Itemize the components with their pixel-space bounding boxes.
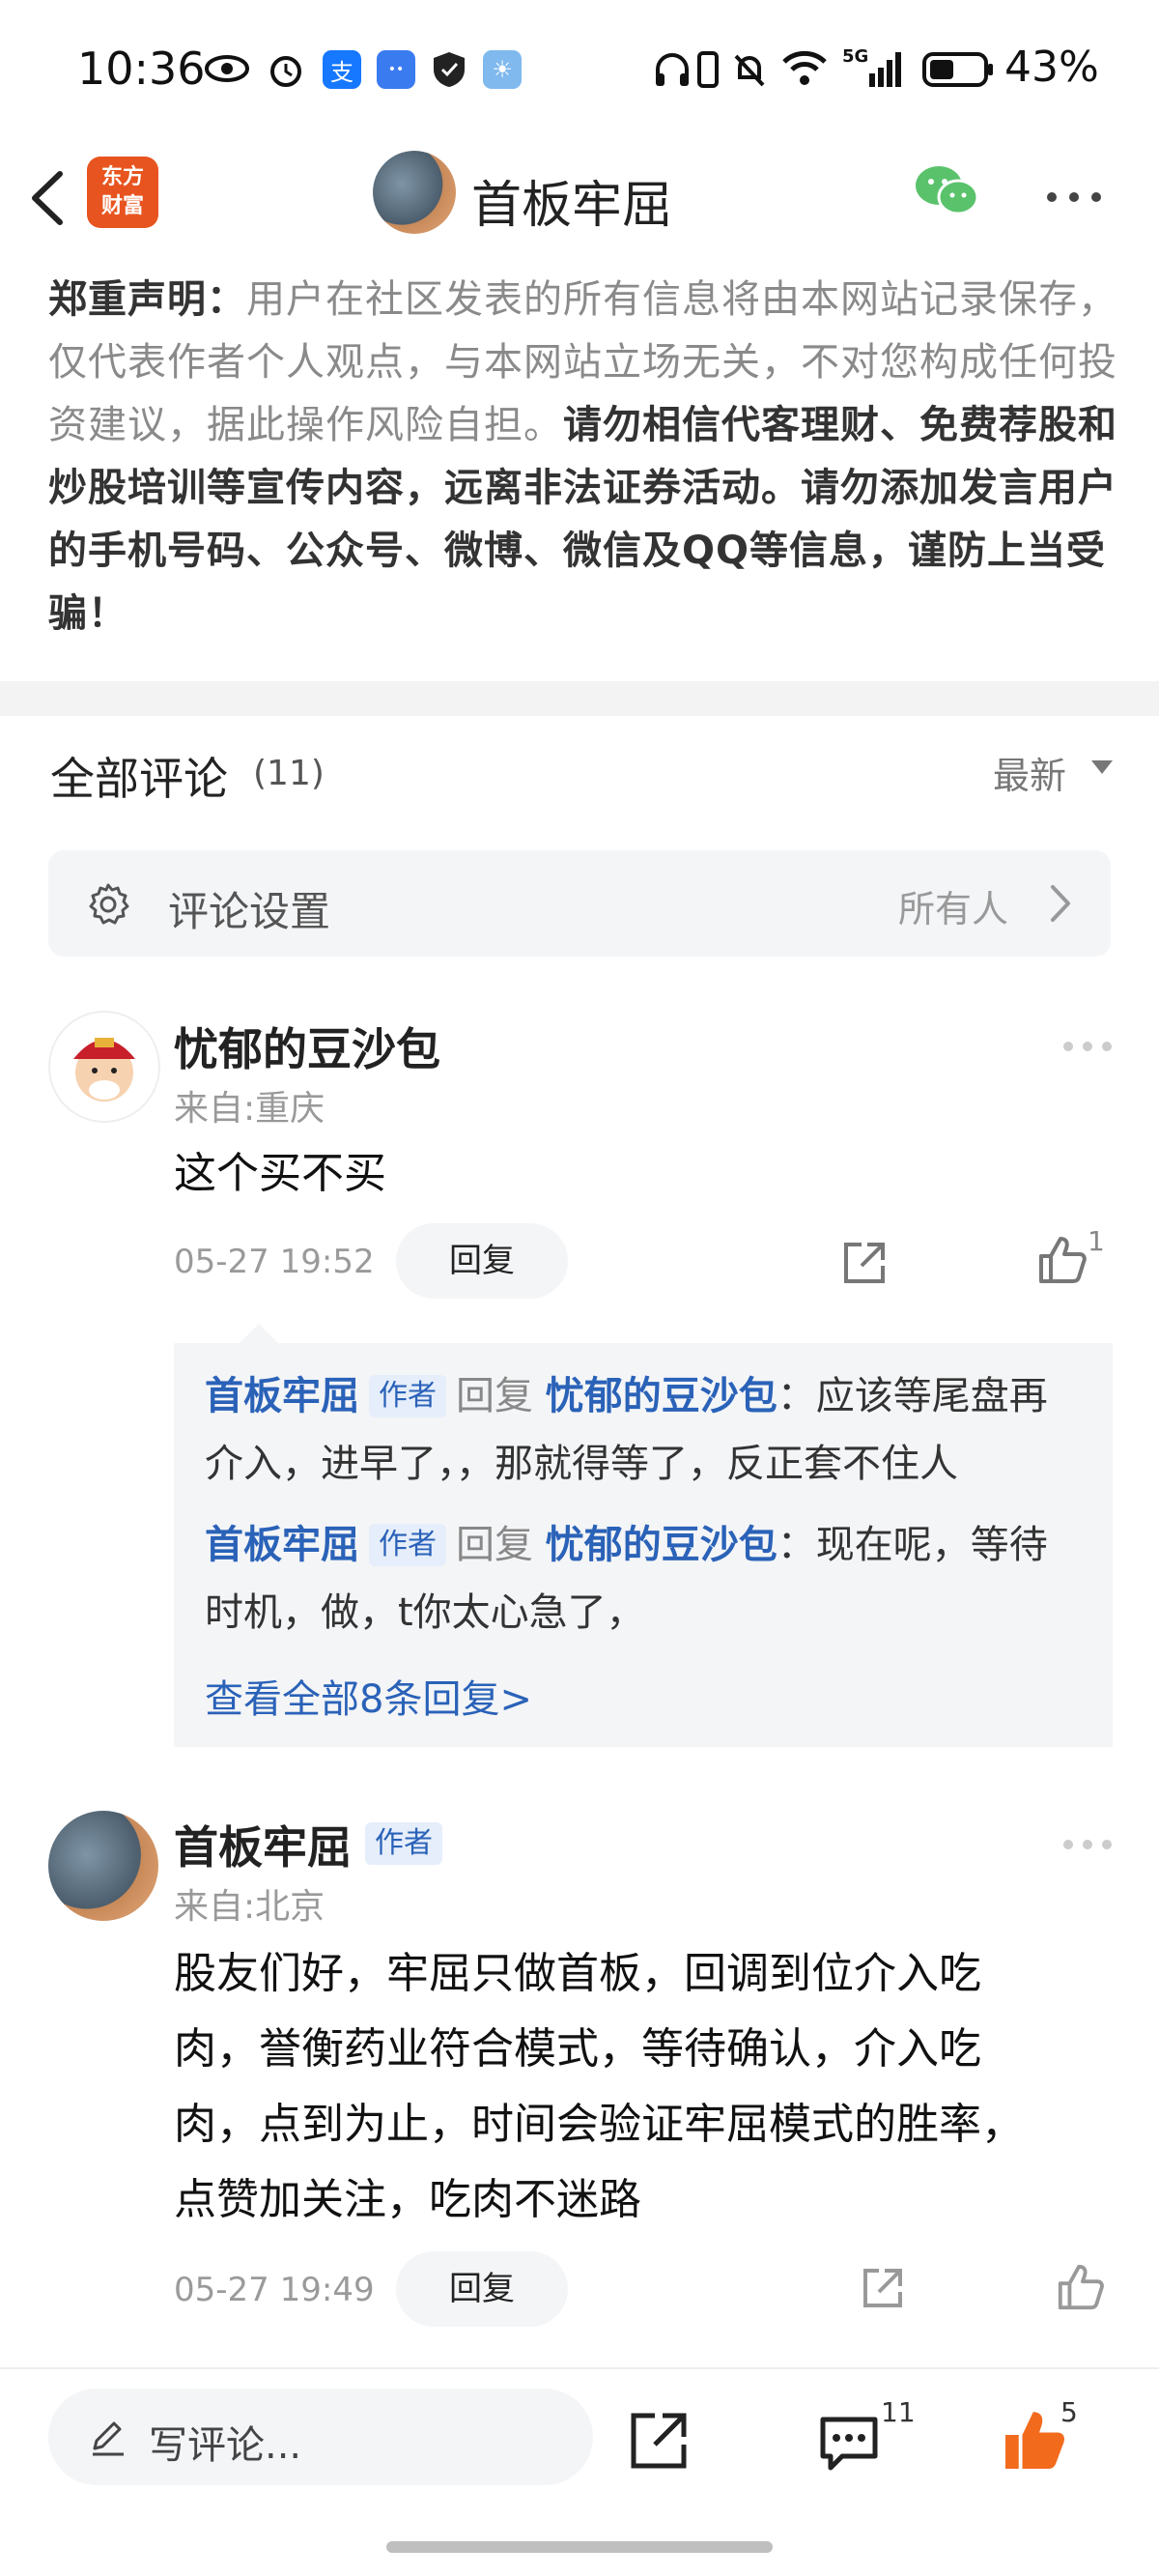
comment-location: 来自:重庆: [174, 1089, 325, 1129]
comment-content: 这个买不买: [174, 1149, 386, 1198]
comments-title: 全部评论: [50, 753, 228, 805]
eye-icon: [205, 54, 249, 83]
comment-more-icon[interactable]: [1062, 1038, 1113, 1051]
headphones-icon: [653, 50, 692, 89]
comment-settings-value: 所有人: [898, 888, 1009, 930]
comment-date: 05-27 19:49: [174, 2271, 375, 2309]
brand-line2: 财富: [100, 194, 144, 218]
bottom-action-bar: 写评论... 11 5: [0, 2367, 1159, 2576]
comment-settings-label: 评论设置: [168, 888, 331, 935]
comment-icon[interactable]: [817, 2414, 881, 2474]
reply-item-cont: 时机，做，t你太心急了，: [205, 1590, 645, 1635]
comment-username[interactable]: 忧郁的豆沙包: [174, 1015, 440, 1078]
view-all-replies-link[interactable]: 查看全部8条回复>: [205, 1668, 532, 1724]
back-button[interactable]: [21, 164, 79, 232]
reply-target[interactable]: 忧郁的豆沙包: [546, 1374, 777, 1418]
comments-count: (11): [253, 754, 325, 793]
reply-box-notch: [240, 1324, 278, 1343]
section-divider: [0, 681, 1159, 716]
app-icon: ••: [377, 50, 415, 89]
comment-date: 05-27 19:52: [174, 1243, 375, 1281]
reply-item[interactable]: 首板牢屈 作者 回复 忧郁的豆沙包：应该等尾盘再: [205, 1362, 1093, 1430]
alipay-icon: 支: [323, 50, 361, 89]
reply-author[interactable]: 首板牢屈: [205, 1374, 359, 1418]
share-icon[interactable]: [860, 2265, 906, 2311]
vibrate-icon: [695, 50, 721, 89]
shield-icon: [431, 50, 467, 89]
like-icon[interactable]: [1055, 2261, 1107, 2313]
comment-location: 来自:北京: [174, 1887, 325, 1927]
like-icon[interactable]: [1035, 1233, 1089, 1287]
like-filled-icon[interactable]: [1001, 2406, 1068, 2474]
wifi-icon: [780, 48, 829, 89]
reply-target[interactable]: 忧郁的豆沙包: [546, 1523, 777, 1567]
reply-verb: 回复: [456, 1374, 533, 1418]
reply-verb: 回复: [456, 1523, 533, 1567]
comment-content-line: 股友们好，牢屈只做首板，回调到位介入吃: [174, 1949, 981, 1998]
avatar[interactable]: [48, 1011, 160, 1123]
header-avatar[interactable]: [373, 151, 456, 234]
gear-icon: [85, 881, 131, 928]
more-options-icon[interactable]: [1045, 189, 1103, 203]
disclaimer-text: 郑重声明：用户在社区发表的所有信息将由本网站记录保存，仅代表作者个人观点，与本网…: [48, 269, 1120, 645]
comment-content-line: 肉，誉衡药业符合模式，等待确认，介入吃: [174, 2024, 981, 2074]
reply-button[interactable]: 回复: [396, 2251, 568, 2327]
author-tag: 作者: [369, 1524, 446, 1566]
mute-icon: [730, 50, 769, 89]
comment-settings-row[interactable]: 评论设置 所有人: [48, 850, 1111, 957]
reply-item[interactable]: 首板牢屈 作者 回复 忧郁的豆沙包：现在呢，等待: [205, 1511, 1093, 1579]
author-tag: 作者: [369, 1375, 446, 1417]
write-comment-input[interactable]: 写评论...: [48, 2389, 593, 2485]
home-indicator[interactable]: [386, 2541, 773, 2553]
comment-more-icon[interactable]: [1062, 1836, 1113, 1849]
status-bar: 10:36 支 •• ☀ 5G 43%: [0, 0, 1159, 140]
alarm-icon: [267, 50, 305, 89]
share-icon[interactable]: [628, 2410, 690, 2472]
reply-item-cont: 介入，进早了，，那就得等了，反正套不住人: [205, 1442, 958, 1486]
signal-icon: 5G: [842, 46, 906, 89]
like-count: 1: [1088, 1225, 1105, 1257]
author-tag: 作者: [365, 1822, 442, 1865]
chevron-right-icon: [1045, 881, 1074, 926]
share-icon[interactable]: [840, 1239, 889, 1287]
brand-line1: 东方: [100, 165, 144, 189]
reply-button[interactable]: 回复: [396, 1223, 568, 1299]
reply-text: ：现在呢，等待: [777, 1523, 1048, 1567]
battery-percent: 43%: [1004, 43, 1099, 92]
comment-count-badge: 11: [881, 2396, 916, 2428]
weather-icon: ☀: [483, 50, 522, 89]
status-time: 10:36: [77, 43, 206, 95]
sort-dropdown[interactable]: 最新: [993, 746, 1066, 799]
wechat-share-icon[interactable]: [914, 162, 981, 220]
comment-content-line: 肉，点到为止，时间会验证牢屈模式的胜率，: [174, 2100, 1024, 2149]
battery-icon: [921, 50, 995, 89]
disclaimer-label: 郑重声明：: [48, 277, 246, 322]
reply-author[interactable]: 首板牢屈: [205, 1523, 359, 1567]
reply-text: ：应该等尾盘再: [777, 1374, 1048, 1418]
pencil-icon: [89, 2418, 127, 2456]
comment-username[interactable]: 首板牢屈: [174, 1813, 352, 1876]
avatar[interactable]: [48, 1811, 158, 1921]
comment-content-line: 点赞加关注，吃肉不迷路: [174, 2175, 641, 2224]
top-nav-bar: 东方 财富 首板牢屈: [0, 145, 1159, 261]
write-comment-placeholder: 写评论...: [149, 2423, 302, 2468]
sort-arrow-icon[interactable]: [1091, 760, 1113, 774]
like-count-badge: 5: [1060, 2396, 1078, 2428]
brand-logo[interactable]: 东方 财富: [87, 157, 158, 228]
page-title: 首板牢屈: [471, 177, 673, 235]
